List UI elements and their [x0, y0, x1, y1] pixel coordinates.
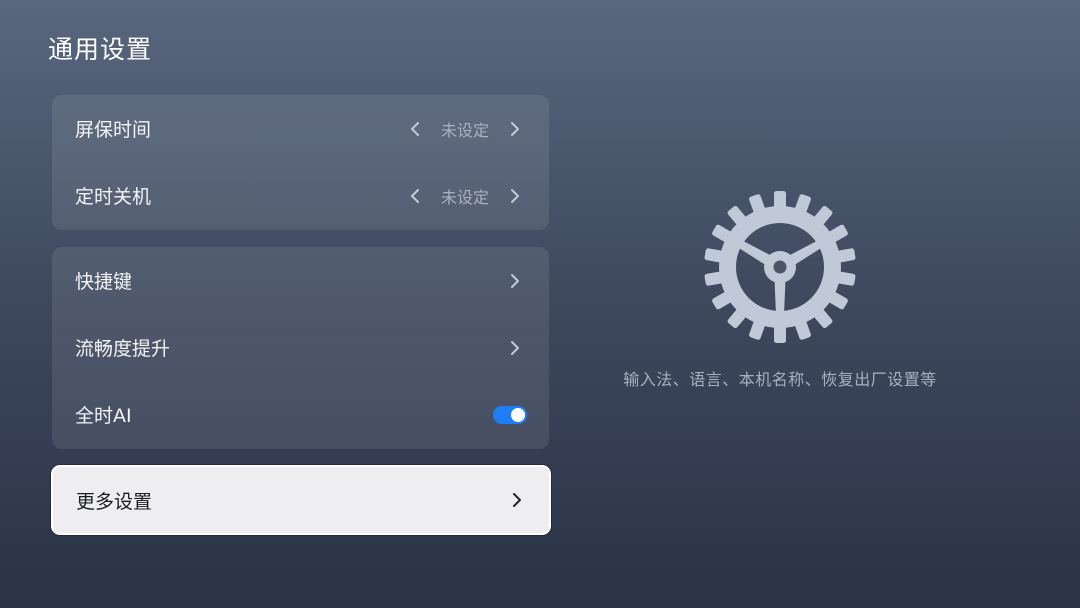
always-on-ai-row[interactable]: 全时AI [52, 381, 549, 448]
more-settings-label: 更多设置 [76, 490, 153, 513]
scheduled-shutdown-label: 定时关机 [75, 186, 152, 208]
screensaver-time-value: 未设定 [440, 120, 489, 140]
scheduled-shutdown-selector[interactable]: 未设定 [403, 184, 527, 208]
always-on-ai-label: 全时AI [75, 405, 132, 427]
more-settings-row[interactable]: 更多设置 [51, 465, 551, 535]
smoothness-boost-row[interactable]: 流畅度提升 [52, 314, 549, 381]
scheduled-shutdown-row[interactable]: 定时关机 未设定 [52, 162, 549, 229]
shortcut-keys-row[interactable]: 快捷键 [52, 247, 549, 314]
toggle-knob [511, 407, 525, 422]
shortcut-keys-label: 快捷键 [75, 271, 133, 293]
chevron-right-icon[interactable] [503, 184, 527, 208]
always-on-ai-toggle[interactable] [493, 405, 527, 424]
settings-group-display: 屏保时间 未设定 定时关机 未设定 [52, 95, 549, 230]
gear-icon [700, 187, 860, 347]
chevron-right-icon[interactable] [503, 117, 527, 141]
scheduled-shutdown-value: 未设定 [440, 187, 489, 207]
chevron-right-icon [503, 336, 527, 360]
chevron-left-icon[interactable] [403, 117, 427, 141]
page-title: 通用设置 [48, 35, 153, 64]
screensaver-time-row[interactable]: 屏保时间 未设定 [52, 95, 549, 162]
chevron-right-icon [503, 269, 527, 293]
screensaver-time-label: 屏保时间 [75, 119, 152, 141]
smoothness-boost-label: 流畅度提升 [75, 338, 171, 360]
screensaver-time-selector[interactable]: 未设定 [403, 117, 527, 141]
settings-group-general: 快捷键 流畅度提升 全时AI [52, 247, 549, 449]
chevron-right-icon [505, 488, 529, 512]
more-settings-description: 输入法、语言、本机名称、恢复出厂设置等 [623, 370, 937, 389]
chevron-left-icon[interactable] [403, 184, 427, 208]
